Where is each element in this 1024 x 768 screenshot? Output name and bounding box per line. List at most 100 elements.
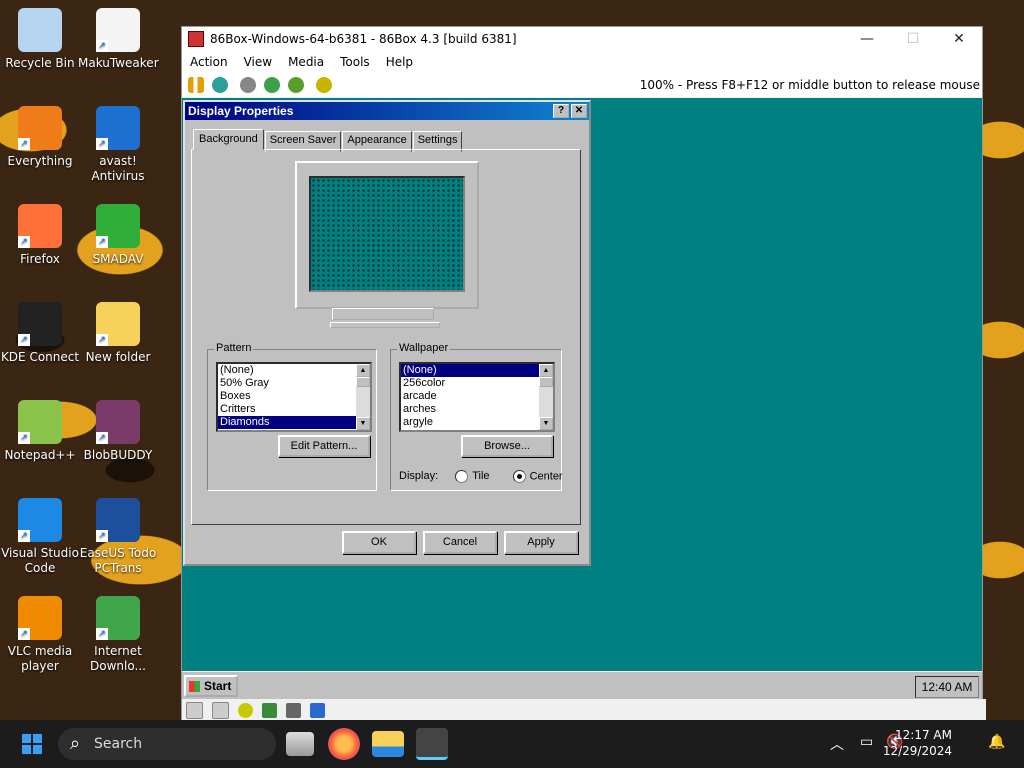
ctrl-alt-del-icon[interactable] (264, 77, 280, 93)
wallpaper-list[interactable]: (None) 256color arcade arches argyle ▲ ▼ (399, 362, 555, 432)
mouse-status-text: 100% - Press F8+F12 or middle button to … (639, 78, 980, 92)
desktop-icon-label: avast! Antivirus (91, 154, 145, 183)
menu-view[interactable]: View (236, 55, 280, 69)
vm-taskbar: Start 12:40 AM (182, 671, 982, 700)
vm-start-button[interactable]: Start (184, 675, 238, 697)
monitor-base (330, 322, 440, 328)
desktop-icon[interactable]: ↗ SMADAV (78, 204, 158, 267)
center-label[interactable]: Center (530, 470, 563, 482)
idm-icon: ↗ (96, 596, 140, 640)
firefox-taskbar-icon[interactable] (328, 728, 360, 760)
wallpaper-list-item[interactable]: (None) (401, 364, 553, 377)
desktop-icon[interactable]: ↗ MakuTweaker (78, 8, 159, 71)
cancel-button[interactable]: Cancel (423, 531, 497, 554)
maximize-button[interactable]: ☐ (890, 31, 936, 47)
sound-icon[interactable] (310, 702, 325, 718)
vm-screen[interactable]: Display Properties ? ✕ Background Screen… (182, 98, 982, 671)
wallpaper-scrollbar[interactable]: ▲ ▼ (539, 364, 553, 430)
desktop-icon[interactable]: ↗ KDE Connect (0, 302, 80, 365)
desktop-icon[interactable]: ↗ Firefox (0, 204, 80, 267)
wallpaper-group: Wallpaper (None) 256color arcade arches argy… (390, 342, 563, 491)
wallpaper-list-item[interactable]: 256color (401, 377, 553, 390)
cdrom-icon[interactable] (238, 702, 253, 718)
hdd-icon[interactable] (262, 702, 277, 718)
network-icon[interactable] (286, 702, 301, 718)
menu-tools[interactable]: Tools (332, 55, 378, 69)
ok-button[interactable]: OK (342, 531, 416, 554)
pattern-list-item[interactable]: Boxes (218, 390, 370, 403)
shortcut-arrow-icon: ↗ (96, 236, 108, 248)
file-explorer-icon[interactable] (372, 731, 404, 757)
close-button[interactable]: ✕ (936, 31, 982, 47)
power-icon[interactable] (240, 77, 256, 93)
desktop-icon[interactable]: ↗ avast! Antivirus (78, 106, 158, 184)
pattern-list-item[interactable]: Diamonds (218, 416, 370, 429)
firefox-icon: ↗ (18, 204, 62, 248)
pattern-list-item[interactable]: Critters (218, 403, 370, 416)
taskbar-clock[interactable]: 12:17 AM 12/29/2024 (883, 727, 952, 759)
apply-button[interactable]: Apply (504, 531, 578, 554)
desktop-icon[interactable]: ↗ Everything (0, 106, 80, 169)
shortcut-arrow-icon: ↗ (96, 628, 108, 640)
shortcut-arrow-icon: ↗ (18, 334, 30, 346)
scroll-thumb[interactable] (539, 377, 553, 387)
wallpaper-list-item[interactable]: arcade (401, 390, 553, 403)
browse-button[interactable]: Browse... (461, 435, 553, 457)
scroll-down-icon[interactable]: ▼ (539, 417, 553, 430)
taskbar-search[interactable]: Search (58, 728, 276, 760)
desktop-icon[interactable]: Recycle Bin (0, 8, 80, 71)
shortcut-arrow-icon: ↗ (18, 530, 30, 542)
desktop-icon[interactable]: ↗ VLC media player (0, 596, 80, 674)
dialog-titlebar[interactable]: Display Properties ? ✕ (185, 102, 589, 120)
settings-icon[interactable] (316, 77, 332, 93)
floppy2-icon[interactable] (212, 701, 229, 719)
menu-help[interactable]: Help (378, 55, 421, 69)
scroll-down-icon[interactable]: ▼ (356, 417, 370, 430)
86box-taskbar-icon[interactable] (416, 728, 448, 760)
minimize-button[interactable]: — (844, 31, 890, 47)
pattern-list-item[interactable]: (None) (218, 364, 370, 377)
shortcut-arrow-icon: ↗ (96, 334, 108, 346)
dialog-close-icon[interactable]: ✕ (571, 104, 587, 118)
desktop-icon-label: KDE Connect (0, 350, 80, 364)
windows-start-icon[interactable] (22, 734, 42, 754)
desktop-icon[interactable]: ↗ BlobBUDDY (78, 400, 158, 463)
wallpaper-list-item[interactable]: arches (401, 403, 553, 416)
desktop-icon[interactable]: ↗ Visual Studio Code (0, 498, 80, 576)
desktop-icon[interactable]: ↗ EaseUS Todo PCTrans (78, 498, 158, 576)
menu-media[interactable]: Media (280, 55, 332, 69)
shortcut-arrow-icon: ↗ (96, 432, 108, 444)
wallpaper-list-item[interactable]: argyle (401, 416, 553, 429)
task-view-icon[interactable] (286, 732, 314, 756)
pattern-list-item[interactable]: 50% Gray (218, 377, 370, 390)
shortcut-arrow-icon: ↗ (96, 530, 108, 542)
easeus-icon: ↗ (96, 498, 140, 542)
avast-icon: ↗ (96, 106, 140, 150)
center-radio[interactable] (512, 470, 526, 483)
pattern-scrollbar[interactable]: ▲ ▼ (356, 364, 370, 430)
scroll-up-icon[interactable]: ▲ (539, 364, 553, 377)
desktop-icon[interactable]: ↗ Internet Downlo... (78, 596, 158, 674)
notification-bell-icon[interactable]: 🔔 (988, 734, 1005, 750)
network-status-icon[interactable]: ▭ (860, 734, 873, 750)
tile-label[interactable]: Tile (472, 470, 489, 482)
desktop-icon[interactable]: ↗ New folder (78, 302, 158, 365)
ctrl-alt-esc-icon[interactable] (288, 77, 304, 93)
help-icon[interactable]: ? (553, 104, 569, 118)
desktop-icon[interactable]: ↗ Notepad++ (0, 400, 80, 463)
pause-icon[interactable] (188, 77, 204, 93)
86box-titlebar[interactable]: 86Box-Windows-64-b6381 - 86Box 4.3 [buil… (182, 27, 982, 51)
tile-radio[interactable] (455, 470, 469, 483)
reset-icon[interactable] (212, 77, 228, 93)
menu-action[interactable]: Action (182, 55, 236, 69)
86box-window: 86Box-Windows-64-b6381 - 86Box 4.3 [buil… (181, 26, 986, 722)
scroll-up-icon[interactable]: ▲ (356, 364, 370, 377)
blob-icon: ↗ (96, 400, 140, 444)
floppy-icon[interactable] (186, 701, 203, 719)
edit-pattern-button[interactable]: Edit Pattern... (278, 435, 370, 457)
tab-background[interactable]: Background (193, 129, 264, 150)
pattern-list[interactable]: (None) 50% Gray Boxes Critters Diamonds ▲ ▼ (216, 362, 372, 432)
shortcut-arrow-icon: ↗ (18, 432, 30, 444)
chevron-up-icon[interactable]: ︿ (830, 734, 844, 754)
scroll-thumb[interactable] (356, 377, 370, 387)
